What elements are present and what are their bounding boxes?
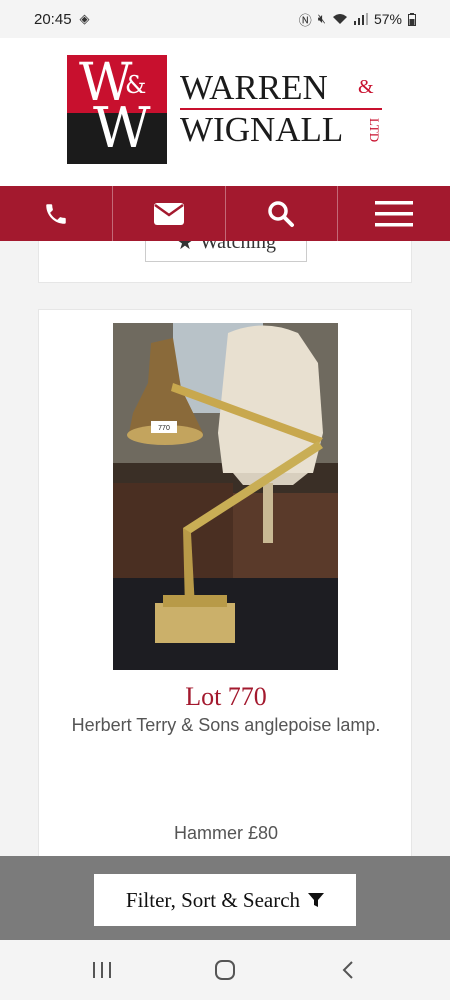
notification-icon: ◈ xyxy=(79,11,90,26)
filter-icon xyxy=(308,893,325,907)
lot-tag: 770 xyxy=(158,425,170,432)
filter-label: Filter, Sort & Search xyxy=(125,887,301,912)
menu-button[interactable] xyxy=(338,186,450,241)
home-button[interactable] xyxy=(205,950,245,990)
email-button[interactable] xyxy=(113,186,226,241)
mute-icon: 🔇︎ xyxy=(317,11,326,26)
nfc-icon: Ⓝ xyxy=(298,12,312,28)
search-icon xyxy=(268,200,295,227)
watching-button[interactable]: ★ Watching xyxy=(145,241,307,262)
lot-card[interactable]: 770 Lot 770 Herbert Terry & Sons anglepo… xyxy=(38,309,412,856)
home-icon xyxy=(214,960,235,980)
star-icon: ★ xyxy=(175,241,194,254)
android-nav-bar xyxy=(0,940,450,1000)
anglepoise-lamp-photo: 770 xyxy=(113,323,338,670)
mail-icon xyxy=(153,202,184,225)
brand-line1: WARREN xyxy=(180,68,328,107)
footer-bar: Filter, Sort & Search xyxy=(0,856,450,940)
wifi-icon xyxy=(332,14,347,24)
menu-icon xyxy=(375,200,414,226)
recent-apps-button[interactable] xyxy=(82,950,122,990)
site-header: W & W WARREN & WIGNALL LTD xyxy=(0,38,450,186)
lot-hammer-price: Hammer £80 xyxy=(173,823,279,843)
brand-line2: WIGNALL xyxy=(180,110,344,149)
lot-title[interactable]: Lot 770 xyxy=(39,682,413,712)
back-icon xyxy=(342,961,354,979)
lot-description: Herbert Terry & Sons anglepoise lamp. xyxy=(71,715,381,735)
nav-bar xyxy=(0,186,450,241)
phone-button[interactable] xyxy=(0,186,113,241)
brand-ampersand: & xyxy=(358,76,374,98)
brand-ltd: LTD xyxy=(367,118,382,143)
lot-image[interactable]: 770 xyxy=(113,323,338,670)
brand-name[interactable]: WARREN & WIGNALL LTD xyxy=(180,68,390,158)
phone-icon xyxy=(46,203,66,224)
previous-lot-card: ★ Watching xyxy=(38,241,412,283)
lot-list[interactable]: ★ Watching 770 Lot 770 Herbert Terry & S… xyxy=(0,241,450,856)
battery-percent: 57% xyxy=(373,11,402,27)
battery-icon xyxy=(408,12,416,26)
back-button[interactable] xyxy=(328,950,368,990)
status-bar: 20:45 ◈ Ⓝ 🔇︎ 57% xyxy=(0,0,450,38)
search-button[interactable] xyxy=(226,186,339,241)
status-time: 20:45 xyxy=(34,10,72,28)
watching-label: Watching xyxy=(199,241,277,253)
recent-apps-icon xyxy=(92,962,111,978)
filter-sort-search-button[interactable]: Filter, Sort & Search xyxy=(94,874,356,926)
logo[interactable]: W & W xyxy=(67,55,167,164)
signal-icon xyxy=(353,13,368,25)
